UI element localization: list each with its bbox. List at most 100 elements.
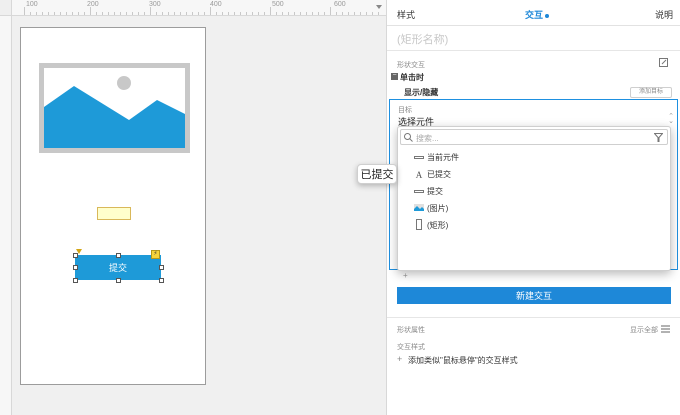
dropdown-item[interactable]: 提交 [414, 186, 443, 197]
ruler-tick [354, 12, 355, 15]
ruler-tick [90, 7, 91, 15]
ruler-tick [324, 12, 325, 15]
ruler-tick [78, 12, 79, 15]
ruler-tick [24, 7, 25, 15]
event-label[interactable]: 单击时 [400, 72, 424, 83]
tab-style[interactable]: 样式 [397, 8, 415, 21]
show-all-link[interactable]: 显示全部 [630, 325, 658, 335]
resize-handle[interactable] [116, 278, 121, 283]
divider [387, 50, 680, 51]
line-icon [414, 187, 424, 196]
interactive-styles-label: 交互样式 [397, 344, 425, 351]
ruler-tick [342, 12, 343, 15]
ruler-tick [192, 12, 193, 15]
image-icon [414, 204, 424, 213]
ruler-tick [306, 12, 307, 15]
ruler-tick-label: 600 [334, 1, 346, 8]
add-target-button[interactable]: 添加目标 [630, 87, 672, 98]
ruler-tick [258, 12, 259, 15]
ruler-tick [180, 12, 181, 15]
shape-name-input[interactable]: (矩形名称) [397, 31, 448, 47]
ruler-tick [216, 12, 217, 15]
add-interactive-style-link[interactable]: 添加类似"鼠标悬停"的交互样式 [408, 355, 518, 366]
ruler-tick [42, 12, 43, 15]
ruler-dropdown-icon[interactable] [376, 5, 382, 9]
ruler-tick [294, 12, 295, 15]
collapse-icon[interactable]: − [391, 72, 398, 80]
resize-handle[interactable] [159, 265, 164, 270]
ruler-tick [378, 12, 379, 15]
text-placeholder[interactable] [97, 207, 131, 220]
ruler-tick [270, 7, 271, 15]
ruler-tick [222, 12, 223, 15]
resize-handle[interactable] [73, 253, 78, 258]
ruler-tick [276, 12, 277, 15]
ruler-tick [300, 12, 301, 15]
ruler-tick [126, 12, 127, 15]
divider [387, 317, 680, 318]
dropdown-item-label: (矩形) [427, 221, 449, 230]
ruler-tick [36, 12, 37, 15]
resize-handle[interactable] [73, 278, 78, 283]
menu-icon[interactable] [661, 325, 670, 333]
ruler-tick [138, 12, 139, 15]
ruler-tick [360, 12, 361, 15]
ruler-tick-label: 200 [87, 1, 99, 8]
tab-interactions[interactable]: 交互 [525, 8, 550, 21]
dropdown-item-label: 已提交 [427, 170, 451, 179]
ruler-tick [174, 12, 175, 15]
target-dropdown: 搜索... 当前元件 A 已提交 提交 (图片) (矩形) [397, 126, 671, 271]
resize-handle[interactable] [159, 278, 164, 283]
artboard[interactable]: 提交 ⚡ [20, 27, 206, 385]
image-placeholder[interactable] [39, 63, 190, 153]
ruler-tick [330, 7, 331, 15]
ruler-top: 100 200 300 400 500 600 [0, 0, 386, 16]
ruler-tick-label: 100 [26, 1, 38, 8]
interactions-section-label: 形状交互 [397, 62, 425, 69]
ruler-tick [246, 12, 247, 15]
ruler-tick [366, 12, 367, 15]
ruler-tick [72, 12, 73, 15]
ruler-tick [204, 12, 205, 15]
ruler-tick [348, 12, 349, 15]
action-label[interactable]: 显示/隐藏 [404, 87, 438, 98]
image-placeholder-icon [44, 68, 185, 148]
ruler-tick [84, 12, 85, 15]
ruler-tick [210, 7, 211, 15]
ruler-tick [240, 12, 241, 15]
updown-icon[interactable]: ⌃ ⌄ [668, 113, 674, 125]
submit-button[interactable]: 提交 [75, 255, 161, 280]
dropdown-item[interactable]: 当前元件 [414, 152, 459, 163]
search-input[interactable]: 搜索... [400, 129, 668, 145]
lightning-icon: ⚡ [151, 250, 160, 259]
filter-icon[interactable] [654, 133, 663, 142]
ruler-tick [108, 12, 109, 15]
ruler-tick-label: 400 [210, 1, 222, 8]
line-icon [414, 153, 424, 162]
tab-notes[interactable]: 说明 [655, 8, 673, 21]
canvas-area[interactable]: 100 200 300 400 500 600 提交 ⚡ [0, 0, 386, 415]
ruler-corner [0, 0, 12, 16]
ruler-tick [282, 12, 283, 15]
ruler-tick [132, 12, 133, 15]
dropdown-item[interactable]: (图片) [414, 203, 448, 214]
ruler-tick [168, 12, 169, 15]
ruler-tick [198, 12, 199, 15]
ruler-tick [288, 12, 289, 15]
dropdown-item-label: 当前元件 [427, 153, 459, 162]
add-icon[interactable]: + [403, 271, 408, 280]
ruler-tick [156, 12, 157, 15]
ruler-tick [318, 12, 319, 15]
new-interaction-button[interactable]: 新建交互 [397, 287, 671, 304]
target-label: 目标 [398, 107, 412, 114]
dropdown-item[interactable]: (矩形) [414, 219, 448, 232]
expand-icon[interactable] [659, 58, 669, 68]
ruler-tick [114, 12, 115, 15]
ruler-tick [150, 7, 151, 15]
ruler-tick-label: 500 [272, 1, 284, 8]
search-placeholder: 搜索... [416, 134, 439, 143]
dropdown-item[interactable]: A 已提交 [414, 169, 451, 180]
ruler-tick [102, 12, 103, 15]
resize-handle[interactable] [73, 265, 78, 270]
resize-handle[interactable] [116, 253, 121, 258]
